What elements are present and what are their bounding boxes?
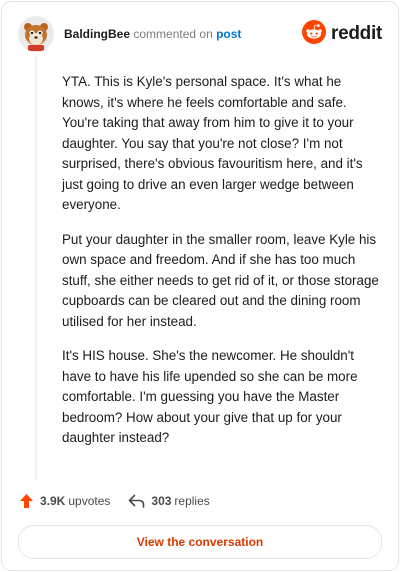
comment-header: BaldingBee commented on post reddit xyxy=(18,16,382,52)
replies-stat[interactable]: 303 replies xyxy=(128,494,210,508)
replies-label: replies xyxy=(174,494,210,508)
upvote-arrow-icon xyxy=(19,493,34,509)
replies-count: 303 xyxy=(151,494,172,508)
avatar-icon[interactable] xyxy=(18,16,54,52)
byline-verb: commented on xyxy=(133,27,213,41)
upvotes-label: upvotes xyxy=(68,494,111,508)
reddit-brand[interactable]: reddit xyxy=(302,19,382,49)
comment-paragraph: It's HIS house. She's the newcomer. He s… xyxy=(62,348,358,445)
username[interactable]: BaldingBee xyxy=(64,27,130,41)
comment-paragraph: Put your daughter in the smaller room, l… xyxy=(62,231,379,329)
thread-line xyxy=(35,56,37,480)
post-link[interactable]: post xyxy=(216,27,241,41)
comment-card: BaldingBee commented on post reddit YTA.… xyxy=(1,1,399,571)
byline: BaldingBee commented on post xyxy=(64,27,241,41)
view-conversation-button[interactable]: View the conversation xyxy=(18,525,382,559)
upvotes-stat[interactable]: 3.9K upvotes xyxy=(19,493,110,509)
upvotes-count: 3.9K xyxy=(40,494,66,508)
comment-footer: 3.9K upvotes 303 replies xyxy=(19,490,382,512)
comment-body: YTA. This is Kyle's personal space. It's… xyxy=(62,72,382,463)
comment-paragraph: YTA. This is Kyle's personal space. It's… xyxy=(62,74,363,212)
reply-arrow-icon xyxy=(128,494,145,508)
reddit-logo-icon xyxy=(302,19,327,49)
reddit-wordmark: reddit xyxy=(331,23,382,44)
